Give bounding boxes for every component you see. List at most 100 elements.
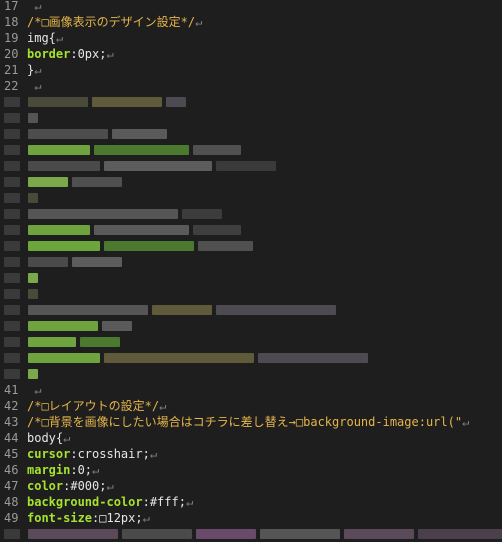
code-line[interactable]: 47 color:#000;↵ xyxy=(0,478,502,494)
obscured-text xyxy=(28,113,38,123)
obscured-code-line xyxy=(0,366,502,382)
obscured-line-number xyxy=(4,305,20,315)
css-property: font-size xyxy=(27,511,93,525)
obscured-text xyxy=(28,289,38,299)
obscured-text xyxy=(260,529,340,539)
obscured-text xyxy=(72,177,122,187)
newline-marker-icon: ↵ xyxy=(195,15,203,29)
obscured-line-number xyxy=(4,289,20,299)
obscured-text xyxy=(92,97,162,107)
obscured-text xyxy=(28,193,38,203)
code-line[interactable]: 17 ↵ xyxy=(0,0,502,14)
line-number: 47 xyxy=(4,479,19,493)
obscured-line-number xyxy=(4,129,20,139)
obscured-code-line xyxy=(0,158,502,174)
line-code: color:#000;↵ xyxy=(27,478,114,494)
obscured-text xyxy=(196,529,256,539)
line-code: /*□画像表示のデザイン設定*/↵ xyxy=(27,14,202,30)
obscured-text xyxy=(104,161,212,171)
obscured-line-number xyxy=(4,241,20,251)
code-line[interactable]: 48 background-color:#fff;↵ xyxy=(0,494,502,510)
line-number: 20 xyxy=(4,47,19,61)
obscured-text xyxy=(193,225,241,235)
code-text: :0px; xyxy=(70,47,107,61)
code-line[interactable]: 19 img{↵ xyxy=(0,30,502,46)
obscured-text xyxy=(28,161,100,171)
css-comment: /*□画像表示のデザイン設定*/ xyxy=(27,15,196,29)
obscured-line-number xyxy=(4,225,20,235)
obscured-text xyxy=(28,177,68,187)
line-number: 21 xyxy=(4,63,19,77)
line-number: 19 xyxy=(4,31,19,45)
obscured-line-number xyxy=(4,145,20,155)
obscured-text xyxy=(104,241,194,251)
obscured-code-line xyxy=(0,126,502,142)
line-number: 42 xyxy=(4,399,19,413)
line-number: 22 xyxy=(4,79,19,93)
obscured-text xyxy=(216,161,276,171)
newline-marker-icon: ↵ xyxy=(106,479,114,493)
code-line[interactable]: 21}↵ xyxy=(0,62,502,78)
obscured-text xyxy=(152,305,212,315)
line-code: /*□レイアウトの設定*/↵ xyxy=(27,398,166,414)
obscured-code-line xyxy=(0,286,502,302)
obscured-text xyxy=(418,529,502,539)
css-property: margin xyxy=(27,463,71,477)
newline-marker-icon: ↵ xyxy=(185,495,194,509)
obscured-line-number xyxy=(4,177,20,187)
code-line[interactable]: 18 /*□画像表示のデザイン設定*/↵ xyxy=(0,14,502,30)
line-code: ↵ xyxy=(27,0,41,14)
obscured-text xyxy=(198,241,253,251)
line-code: background-color:#fff;↵ xyxy=(27,494,193,510)
obscured-code-line xyxy=(0,142,502,158)
obscured-text xyxy=(28,209,178,219)
code-line[interactable]: 41 ↵ xyxy=(0,382,502,398)
obscured-text xyxy=(94,225,189,235)
line-code: margin:0;↵ xyxy=(27,462,99,478)
code-line[interactable]: 42 /*□レイアウトの設定*/↵ xyxy=(0,398,502,414)
newline-marker-icon: ↵ xyxy=(106,47,114,61)
line-code: img{↵ xyxy=(27,30,63,46)
newline-marker-icon: ↵ xyxy=(34,63,42,77)
obscured-text xyxy=(4,529,20,539)
obscured-text xyxy=(344,529,414,539)
obscured-text xyxy=(28,257,68,267)
line-code: ↵ xyxy=(27,78,41,94)
obscured-text xyxy=(166,97,186,107)
code-line[interactable]: 46 margin:0;↵ xyxy=(0,462,502,478)
obscured-code-line xyxy=(0,254,502,270)
line-number: 17 xyxy=(4,0,19,13)
obscured-text xyxy=(28,337,76,347)
obscured-code-line xyxy=(0,190,502,206)
obscured-code-line xyxy=(0,174,502,190)
code-line[interactable]: 44 body{↵ xyxy=(0,430,502,446)
obscured-text xyxy=(28,145,90,155)
line-number: 46 xyxy=(4,463,19,477)
obscured-code-line xyxy=(0,318,502,334)
code-text: :#000; xyxy=(63,479,107,493)
newline-marker-icon: ↵ xyxy=(149,447,158,461)
line-number: 45 xyxy=(4,447,19,461)
obscured-line-number xyxy=(4,193,20,203)
newline-marker-icon: ↵ xyxy=(92,463,100,477)
newline-marker-icon: ↵ xyxy=(27,383,42,397)
obscured-line-number xyxy=(4,337,20,347)
code-editor[interactable]: 17 ↵ 18/*□画像表示のデザイン設定*/↵ 19 img{↵ 20 border:0… xyxy=(0,0,502,542)
newline-marker-icon: ↵ xyxy=(142,511,150,525)
obscured-text xyxy=(28,529,118,539)
code-line[interactable]: 45 cursor:crosshair;↵ xyxy=(0,446,502,462)
obscured-text xyxy=(28,273,38,283)
obscured-line-number xyxy=(4,273,20,283)
obscured-line-number xyxy=(4,113,20,123)
line-number: 41 xyxy=(4,383,19,397)
obscured-code-line xyxy=(0,238,502,254)
code-line[interactable]: 43 /*□背景を画像にしたい場合はコチラに差し替え→□background-im… xyxy=(0,414,502,430)
obscured-text xyxy=(28,305,148,315)
css-property: border xyxy=(27,47,71,61)
line-code: font-size:□12px;↵ xyxy=(27,510,150,526)
obscured-code-line xyxy=(0,222,502,238)
css-property: cursor xyxy=(27,447,71,461)
code-line[interactable]: 49 font-size:□12px;↵ xyxy=(0,510,502,526)
code-line[interactable]: 22 ↵ xyxy=(0,78,502,94)
code-line[interactable]: 20 border:0px;↵ xyxy=(0,46,502,62)
